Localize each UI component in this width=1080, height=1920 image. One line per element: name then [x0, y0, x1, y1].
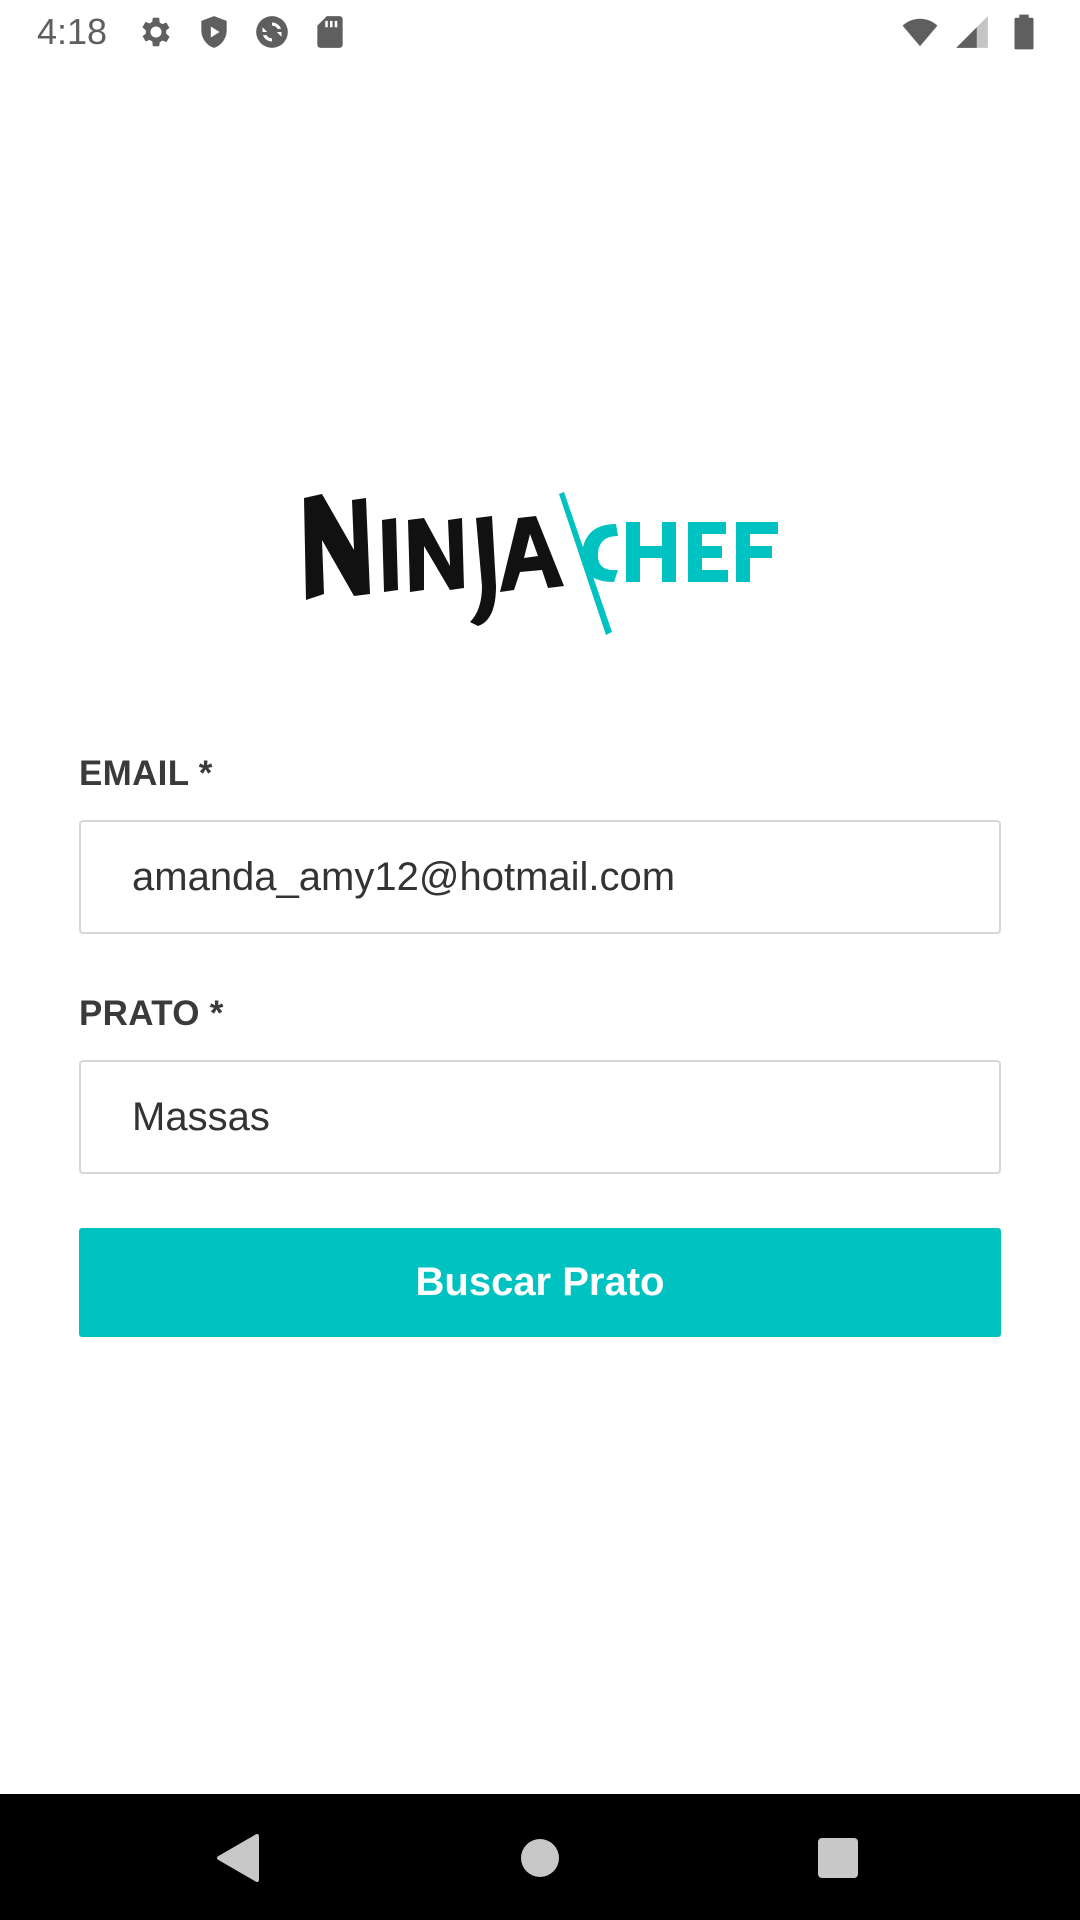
- sd-card-icon: [317, 15, 343, 48]
- shield-icon: [201, 15, 227, 48]
- prato-field[interactable]: Massas: [79, 1060, 1001, 1174]
- status-bar: 4:18: [0, 0, 1080, 63]
- email-field-value: amanda_amy12@hotmail.com: [132, 854, 676, 899]
- battery-icon: [1014, 14, 1034, 49]
- email-label: EMAIL *: [79, 754, 213, 793]
- email-field[interactable]: amanda_amy12@hotmail.com: [79, 820, 1001, 934]
- status-right: [901, 13, 1043, 51]
- settings-icon: [142, 17, 170, 46]
- status-left: 4:18: [37, 11, 349, 53]
- sync-icon: [256, 15, 288, 48]
- recents-icon[interactable]: [808, 1828, 868, 1888]
- wifi-icon: [902, 18, 938, 46]
- buscar-prato-button[interactable]: Buscar Prato: [79, 1228, 1001, 1337]
- screen: 4:18 EMAIL * amanda_amy12@hotmail.com PR…: [0, 0, 1080, 1920]
- prato-label: PRATO *: [79, 994, 224, 1033]
- back-icon[interactable]: [209, 1828, 269, 1888]
- logo-ninja-text: [304, 494, 564, 626]
- cell-signal-icon: [956, 15, 988, 48]
- status-time: 4:18: [37, 10, 108, 52]
- buscar-prato-button-label: Buscar Prato: [415, 1260, 665, 1304]
- ninjachef-logo: [304, 492, 778, 635]
- logo-chef-text: [581, 522, 778, 582]
- prato-field-value: Massas: [132, 1094, 270, 1139]
- home-icon[interactable]: [510, 1828, 570, 1888]
- navigation-bar: [0, 1794, 1080, 1920]
